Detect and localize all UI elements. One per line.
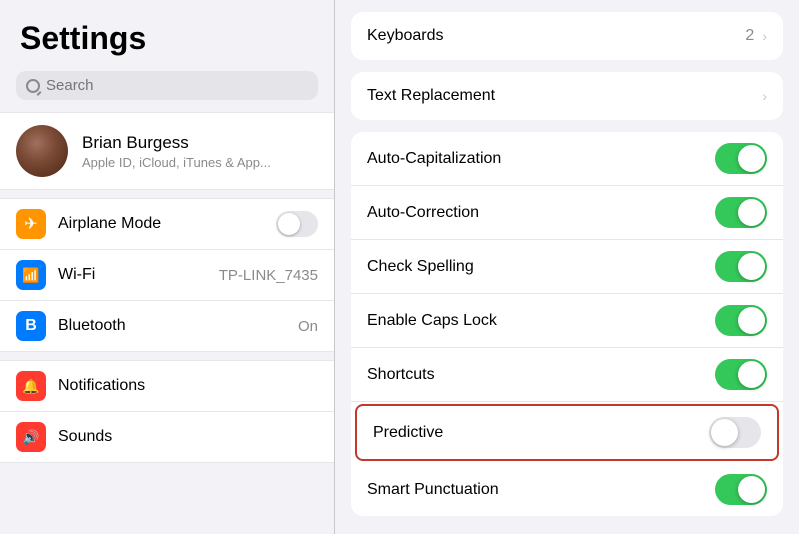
sidebar-notifications-section: 🔔 Notifications 🔊 Sounds <box>0 360 334 463</box>
enable-caps-lock-row[interactable]: Enable Caps Lock <box>351 294 783 348</box>
text-replacement-group: Text Replacement › <box>351 72 783 120</box>
sidebar-item-notifications[interactable]: 🔔 Notifications <box>0 361 334 412</box>
auto-correction-toggle[interactable] <box>715 197 767 228</box>
auto-capitalization-label: Auto-Capitalization <box>367 150 715 168</box>
sidebar-label-sounds: Sounds <box>58 428 318 446</box>
sidebar-label-airplane: Airplane Mode <box>58 215 264 233</box>
keyboards-label: Keyboards <box>367 27 745 45</box>
search-bar[interactable] <box>16 71 318 100</box>
keyboards-group: Keyboards 2 › <box>351 12 783 60</box>
check-spelling-row[interactable]: Check Spelling <box>351 240 783 294</box>
text-replacement-chevron: › <box>762 88 767 104</box>
auto-correction-row[interactable]: Auto-Correction <box>351 186 783 240</box>
sidebar: Settings Brian Burgess Apple ID, iCloud,… <box>0 0 335 534</box>
smart-punctuation-toggle[interactable] <box>715 474 767 505</box>
text-replacement-label: Text Replacement <box>367 87 760 105</box>
sounds-icon: 🔊 <box>16 422 46 452</box>
smart-punctuation-row[interactable]: Smart Punctuation <box>351 463 783 516</box>
sidebar-settings-section: ✈ Airplane Mode 📶 Wi-Fi TP-LINK_7435 Β B… <box>0 198 334 352</box>
sidebar-title: Settings <box>0 0 334 67</box>
main-content: Keyboards 2 › Text Replacement › Auto-Ca… <box>335 0 799 534</box>
sidebar-label-bluetooth: Bluetooth <box>58 317 286 335</box>
user-profile[interactable]: Brian Burgess Apple ID, iCloud, iTunes &… <box>0 112 334 190</box>
shortcuts-toggle[interactable] <box>715 359 767 390</box>
check-spelling-label: Check Spelling <box>367 258 715 276</box>
auto-capitalization-row[interactable]: Auto-Capitalization <box>351 132 783 186</box>
sidebar-label-wifi: Wi-Fi <box>58 266 207 284</box>
keyboards-value: 2 <box>745 27 754 45</box>
keyboards-chevron: › <box>762 28 767 44</box>
predictive-label: Predictive <box>373 424 709 442</box>
notifications-icon: 🔔 <box>16 371 46 401</box>
search-icon <box>26 79 40 93</box>
sidebar-item-bluetooth[interactable]: Β Bluetooth On <box>0 301 334 351</box>
user-name: Brian Burgess <box>82 133 271 153</box>
sidebar-item-airplane-mode[interactable]: ✈ Airplane Mode <box>0 199 334 250</box>
wifi-icon: 📶 <box>16 260 46 290</box>
sidebar-label-notifications: Notifications <box>58 377 318 395</box>
toggles-group: Auto-Capitalization Auto-Correction Chec… <box>351 132 783 516</box>
shortcuts-label: Shortcuts <box>367 366 715 384</box>
search-input[interactable] <box>46 77 308 94</box>
enable-caps-lock-toggle[interactable] <box>715 305 767 336</box>
keyboards-row[interactable]: Keyboards 2 › <box>351 12 783 60</box>
bluetooth-icon: Β <box>16 311 46 341</box>
bluetooth-value: On <box>298 318 318 335</box>
sidebar-item-wifi[interactable]: 📶 Wi-Fi TP-LINK_7435 <box>0 250 334 301</box>
enable-caps-lock-label: Enable Caps Lock <box>367 312 715 330</box>
auto-capitalization-toggle[interactable] <box>715 143 767 174</box>
shortcuts-row[interactable]: Shortcuts <box>351 348 783 402</box>
text-replacement-row[interactable]: Text Replacement › <box>351 72 783 120</box>
smart-punctuation-label: Smart Punctuation <box>367 481 715 499</box>
check-spelling-toggle[interactable] <box>715 251 767 282</box>
predictive-row[interactable]: Predictive <box>355 404 779 461</box>
user-info: Brian Burgess Apple ID, iCloud, iTunes &… <box>82 133 271 170</box>
predictive-toggle[interactable] <box>709 417 761 448</box>
user-subtitle: Apple ID, iCloud, iTunes & App... <box>82 155 271 170</box>
sidebar-item-sounds[interactable]: 🔊 Sounds <box>0 412 334 462</box>
auto-correction-label: Auto-Correction <box>367 204 715 222</box>
wifi-value: TP-LINK_7435 <box>219 267 318 284</box>
airplane-toggle[interactable] <box>276 211 318 237</box>
airplane-icon: ✈ <box>16 209 46 239</box>
avatar <box>16 125 68 177</box>
